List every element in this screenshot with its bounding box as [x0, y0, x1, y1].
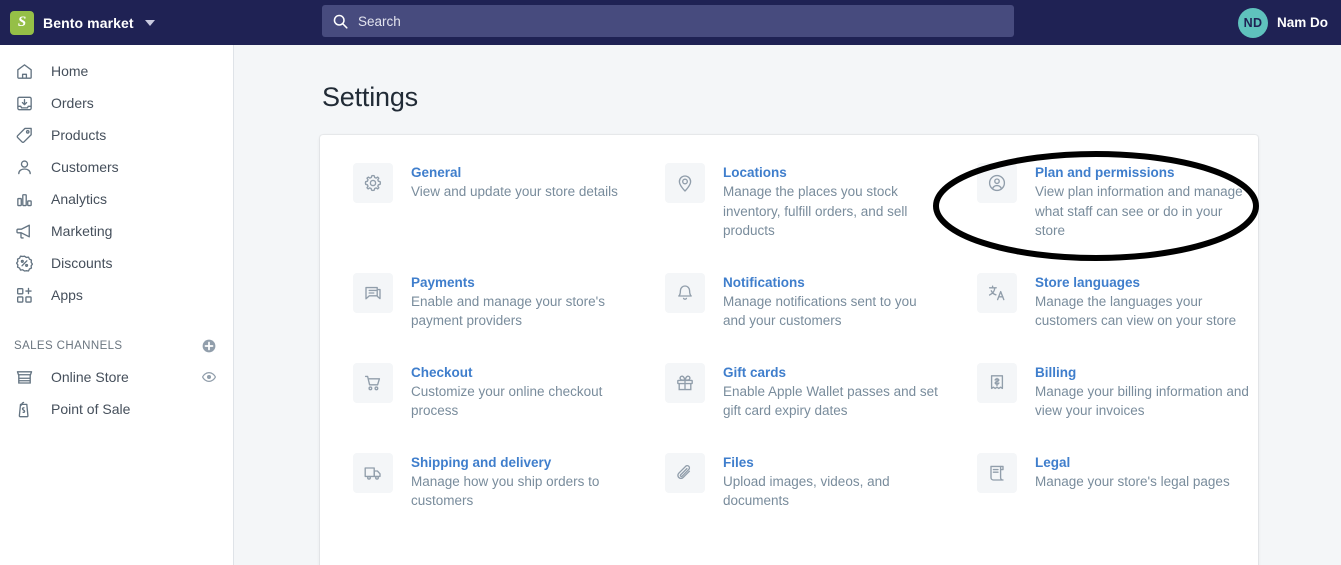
shopify-logo-letter: S — [17, 14, 27, 30]
setting-item-description: View plan information and manage what st… — [1035, 184, 1243, 238]
setting-item-notifications[interactable]: Notifications Manage notifications sent … — [665, 272, 977, 331]
translate-icon — [977, 272, 1017, 313]
sidebar-item-label: Point of Sale — [51, 401, 131, 417]
setting-item-checkout[interactable]: Checkout Customize your online checkout … — [353, 362, 665, 421]
setting-item-title[interactable]: Payments — [411, 275, 475, 290]
sidebar-item-label: Marketing — [51, 223, 113, 239]
bell-icon — [665, 272, 705, 313]
top-bar: S Bento market Search ND Nam Do — [0, 0, 1341, 45]
setting-item-store-languages[interactable]: Store languages Manage the languages you… — [977, 272, 1291, 331]
paperclip-icon — [665, 452, 705, 493]
apps-grid-plus-icon — [14, 285, 34, 305]
setting-item-title[interactable]: Checkout — [411, 365, 473, 380]
profile-circle-icon — [977, 163, 1017, 203]
payment-card-icon — [353, 272, 393, 313]
eye-icon[interactable] — [201, 369, 217, 385]
setting-item-title[interactable]: Legal — [1035, 455, 1070, 470]
setting-item-description: Manage your billing information and view… — [1035, 383, 1249, 419]
setting-item-locations[interactable]: Locations Manage the places you stock in… — [665, 163, 977, 241]
sidebar-item-label: Discounts — [51, 255, 113, 271]
setting-item-description: View and update your store details — [411, 184, 618, 199]
setting-item-title[interactable]: Gift cards — [723, 365, 786, 380]
gift-icon — [665, 362, 705, 403]
shopping-cart-icon — [353, 362, 393, 403]
legal-scroll-icon — [977, 452, 1017, 493]
search-icon — [333, 14, 348, 29]
delivery-truck-icon — [353, 452, 393, 493]
setting-item-general[interactable]: General View and update your store detai… — [353, 163, 665, 241]
chevron-down-icon — [144, 19, 155, 26]
setting-item-title[interactable]: Billing — [1035, 365, 1076, 380]
setting-item-files[interactable]: Files Upload images, videos, and documen… — [665, 452, 977, 511]
store-switcher[interactable]: S Bento market — [0, 0, 233, 45]
setting-item-shipping-and-delivery[interactable]: Shipping and delivery Manage how you shi… — [353, 452, 665, 511]
sidebar-item-customers[interactable]: Customers — [0, 151, 233, 183]
sidebar-item-apps[interactable]: Apps — [0, 279, 233, 311]
setting-item-title[interactable]: Store languages — [1035, 275, 1140, 290]
user-name: Nam Do — [1276, 15, 1328, 30]
product-tag-icon — [14, 125, 34, 145]
plus-circle-icon[interactable] — [201, 338, 217, 354]
setting-item-description: Manage the places you stock inventory, f… — [723, 184, 908, 238]
main-content: Settings General View and update your st… — [234, 45, 1341, 565]
sidebar-item-discounts[interactable]: Discounts — [0, 247, 233, 279]
home-icon — [14, 61, 34, 81]
settings-card: General View and update your store detai… — [320, 135, 1258, 565]
pos-shopify-bag-icon — [14, 399, 34, 419]
sidebar-item-products[interactable]: Products — [0, 119, 233, 151]
avatar: ND — [1237, 7, 1268, 38]
sidebar-item-label: Online Store — [51, 369, 129, 385]
setting-item-title[interactable]: Shipping and delivery — [411, 455, 551, 470]
sidebar-item-analytics[interactable]: Analytics — [0, 183, 233, 215]
sidebar-item-label: Products — [51, 127, 107, 143]
location-pin-icon — [665, 163, 705, 203]
megaphone-icon — [14, 221, 34, 241]
sidebar-item-home[interactable]: Home — [0, 55, 233, 87]
sidebar-item-label: Analytics — [51, 191, 108, 207]
sidebar-item-online-store[interactable]: Online Store — [0, 361, 233, 393]
person-icon — [14, 157, 34, 177]
sidebar-item-label: Apps — [51, 287, 83, 303]
setting-item-description: Enable and manage your store's payment p… — [411, 293, 605, 329]
setting-item-title[interactable]: Files — [723, 455, 754, 470]
sidebar-item-point-of-sale[interactable]: Point of Sale — [0, 393, 233, 425]
sidebar-item-label: Orders — [51, 95, 94, 111]
setting-item-legal[interactable]: Legal Manage your store's legal pages — [977, 452, 1291, 511]
shopify-logo-icon: S — [10, 10, 34, 35]
setting-item-description: Customize your online checkout process — [411, 383, 603, 419]
sidebar-item-orders[interactable]: Orders — [0, 87, 233, 119]
discount-percent-icon — [14, 253, 34, 273]
setting-item-payments[interactable]: Payments Enable and manage your store's … — [353, 272, 665, 331]
setting-item-gift-cards[interactable]: Gift cards Enable Apple Wallet passes an… — [665, 362, 977, 421]
gear-icon — [353, 163, 393, 203]
sales-channels-title: SALES CHANNELS — [14, 340, 123, 352]
user-menu[interactable]: ND Nam Do — [1237, 0, 1328, 45]
setting-item-description: Manage your store's legal pages — [1035, 473, 1230, 489]
search-input[interactable]: Search — [358, 14, 401, 29]
setting-item-title[interactable]: General — [411, 165, 461, 180]
sidebar-item-marketing[interactable]: Marketing — [0, 215, 233, 247]
sidebar-item-label: Home — [51, 63, 89, 79]
storefront-icon — [14, 367, 34, 387]
orders-inbox-icon — [14, 93, 34, 113]
receipt-dollar-icon — [977, 362, 1017, 403]
setting-item-description: Manage notifications sent to you and you… — [723, 293, 917, 329]
setting-item-plan-and-permissions[interactable]: Plan and permissions View plan informati… — [977, 163, 1291, 241]
sidebar-item-label: Customers — [51, 159, 119, 175]
search-bar[interactable]: Search — [322, 5, 1014, 37]
setting-item-description: Enable Apple Wallet passes and set gift … — [723, 383, 938, 419]
settings-grid: General View and update your store detai… — [320, 163, 1258, 543]
page-title: Settings — [322, 82, 418, 112]
store-name: Bento market — [43, 14, 134, 31]
setting-item-description: Upload images, videos, and documents — [723, 473, 890, 509]
setting-item-description: Manage how you ship orders to customers — [411, 473, 600, 509]
setting-item-title[interactable]: Locations — [723, 165, 787, 180]
sales-channels-header: SALES CHANNELS — [0, 331, 233, 361]
sidebar: Home Orders Products Customers Analytics… — [0, 45, 234, 565]
setting-item-billing[interactable]: Billing Manage your billing information … — [977, 362, 1291, 421]
setting-item-description: Manage the languages your customers can … — [1035, 293, 1237, 329]
setting-item-title[interactable]: Notifications — [723, 275, 805, 290]
setting-item-title[interactable]: Plan and permissions — [1035, 165, 1175, 180]
bar-chart-icon — [14, 189, 34, 209]
